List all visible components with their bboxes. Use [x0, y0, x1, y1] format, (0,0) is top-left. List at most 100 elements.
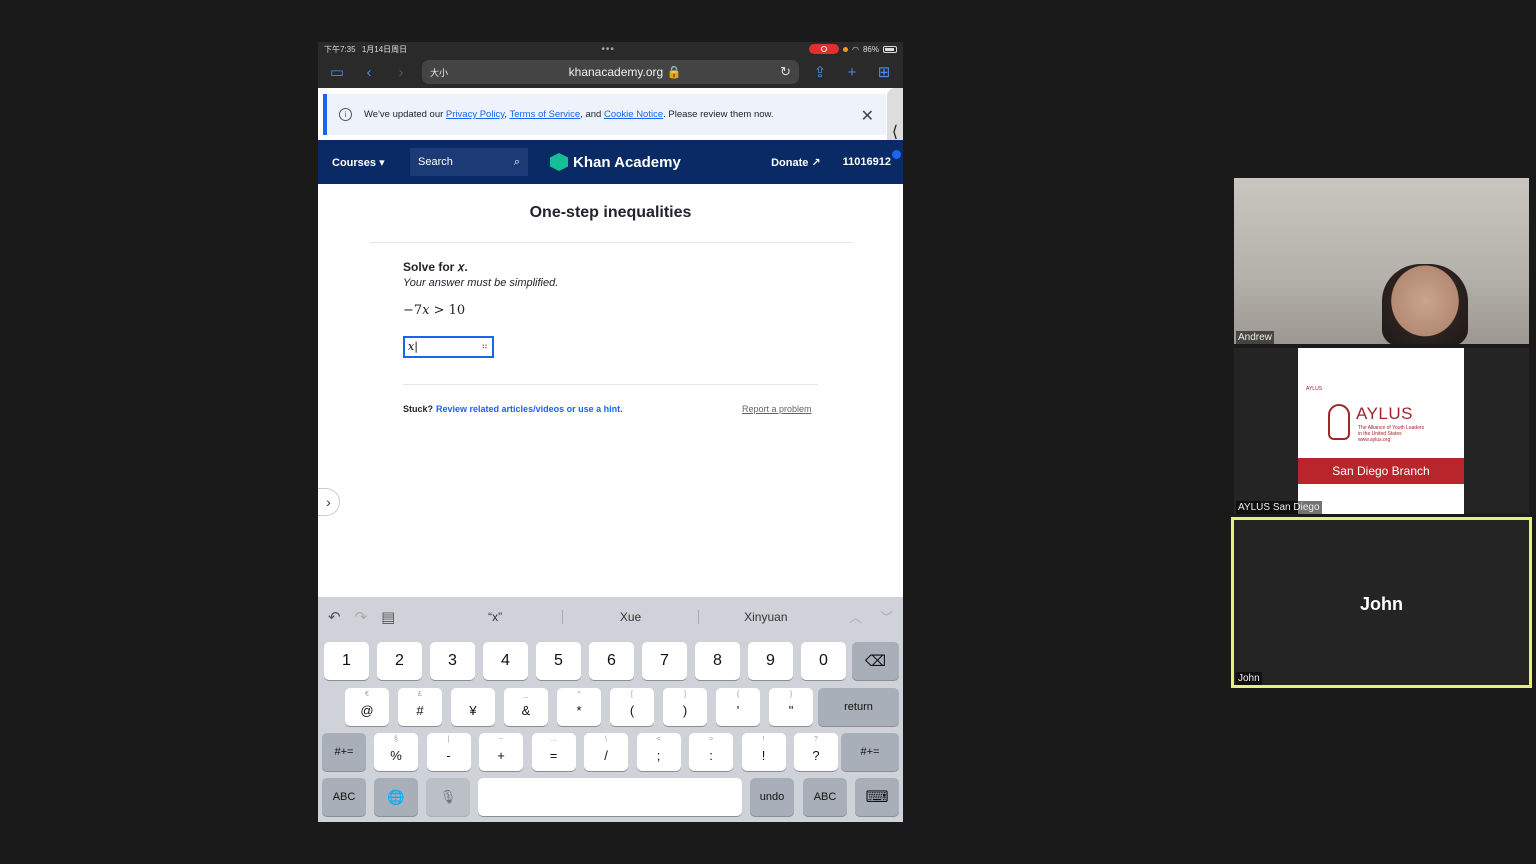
chevron-right-icon[interactable]: ›	[318, 488, 340, 516]
terms-link[interactable]: Terms of Service	[509, 109, 580, 120]
symbol-key[interactable]: [(	[610, 688, 654, 726]
key-9[interactable]: 0	[801, 642, 846, 680]
reload-icon[interactable]: ↻	[780, 64, 791, 80]
key-6[interactable]: 7	[642, 642, 687, 680]
search-input[interactable]: Search ⌕	[410, 148, 528, 176]
privacy-policy-link[interactable]: Privacy Policy	[446, 109, 504, 120]
courses-menu[interactable]: Courses ▾	[332, 156, 402, 169]
video-tile-aylus[interactable]: AYLUS AYLUS The Alliance of Youth Leader…	[1234, 348, 1529, 514]
symbol-key[interactable]: ??	[794, 733, 838, 771]
shift-symbols-key[interactable]: #+=	[322, 733, 366, 771]
undo-key[interactable]: undo	[750, 778, 794, 816]
tabs-overview-icon[interactable]: ⊞	[873, 63, 895, 81]
close-icon[interactable]: ✕	[861, 106, 874, 126]
notice-sep: , and	[580, 109, 604, 120]
symbol-key[interactable]: >:	[689, 733, 733, 771]
suggestion-item[interactable]: Xinyuan	[699, 610, 833, 624]
status-left: 下午7:35 1月14日周日	[324, 44, 407, 55]
participant-name: John	[1236, 672, 1262, 685]
space-key[interactable]	[478, 778, 742, 816]
symbol-key[interactable]: ¥	[451, 688, 495, 726]
report-problem-link[interactable]: Report a problem	[742, 404, 812, 414]
back-icon[interactable]: ‹	[358, 64, 380, 81]
key-label: &	[521, 702, 531, 718]
address-bar[interactable]: 大小 khanacademy.org 🔒 ↻	[422, 60, 799, 84]
hint-link[interactable]: Review related articles/videos or use a …	[436, 404, 623, 414]
cookie-notice-link[interactable]: Cookie Notice	[604, 109, 663, 120]
backspace-key[interactable]: ⌫	[852, 642, 899, 680]
key-alt-label: £	[418, 691, 422, 698]
microphone-icon[interactable]: 🎙	[426, 778, 470, 816]
status-date: 1月14日周日	[361, 44, 408, 54]
answer-input[interactable]: x| ⠶	[403, 336, 494, 358]
key-label: %	[390, 747, 402, 763]
forward-icon[interactable]: ›	[390, 64, 412, 81]
key-7[interactable]: 8	[695, 642, 740, 680]
sidebar-icon[interactable]: ▭	[326, 63, 348, 81]
abc-key[interactable]: ABC	[322, 778, 366, 816]
donate-link[interactable]: Donate ↗	[771, 156, 821, 169]
khan-logo[interactable]: Khan Academy	[550, 153, 681, 171]
video-tile-andrew[interactable]: Andrew	[1234, 178, 1529, 344]
onscreen-keyboard: ↶ ↷ ▤ “x” Xue Xinyuan ︿ ﹀ 1 2 3 4 5 6 7 8 9 0 ⌫ € @…	[318, 597, 903, 822]
symbol-key[interactable]: <;	[636, 733, 681, 771]
redo-icon[interactable]: ↷	[355, 608, 368, 626]
undo-icon[interactable]: ↶	[328, 608, 341, 626]
keyboard-row-numbers: 1 2 3 4 5 6 7 8 9 0 ⌫	[318, 642, 903, 680]
key-label: !	[761, 747, 766, 763]
new-tab-icon[interactable]: +	[841, 64, 863, 81]
key-alt-label: >	[708, 736, 714, 743]
key-0[interactable]: 1	[324, 642, 369, 680]
key-label: /	[604, 747, 608, 763]
hide-keyboard-icon[interactable]: ⌨	[855, 778, 899, 816]
symbol-key[interactable]: \ /	[584, 733, 628, 771]
chevron-up-icon[interactable]: ︿	[849, 607, 862, 626]
key-label: ¥	[469, 702, 477, 718]
math-keypad-icon[interactable]: ⠶	[481, 338, 488, 356]
key-4[interactable]: 5	[536, 642, 581, 680]
symbol-key[interactable]: ^ *	[557, 688, 601, 726]
symbol-key[interactable]: !!	[741, 733, 786, 771]
symbol-key[interactable]: } "	[769, 688, 813, 726]
symbol-key[interactable]: §%	[374, 733, 418, 771]
keyboard-row-symbols-1: € @ £ # ¥ _ & ^ *[(]){'} " return	[318, 688, 903, 726]
symbol-key[interactable]: … =	[531, 733, 576, 771]
symbol-key[interactable]: | -	[426, 733, 471, 771]
video-tile-john[interactable]: John John	[1231, 517, 1532, 688]
screen: 下午7:35 1月14日周日 ••• ◠ 86% ▭ ‹ › 大小 khanac…	[0, 0, 1536, 864]
multitask-dots[interactable]: •••	[601, 44, 615, 55]
key-2[interactable]: 3	[430, 642, 475, 680]
return-key[interactable]: return	[818, 688, 899, 726]
participant-initial-name: John	[1360, 594, 1403, 614]
chevron-down-icon[interactable]: ﹀	[880, 607, 893, 626]
symbol-key[interactable]: _ &	[504, 688, 548, 726]
shift-symbols-key[interactable]: #+=	[841, 733, 899, 771]
key-3[interactable]: 4	[483, 642, 528, 680]
problem: Solve for 𝑥. Your answer must be simplif…	[403, 260, 558, 318]
key-5[interactable]: 6	[589, 642, 634, 680]
mic-indicator-icon	[843, 46, 848, 52]
abc-key[interactable]: ABC	[803, 778, 847, 816]
suggestion-item[interactable]: Xue	[563, 609, 699, 624]
symbol-key[interactable]: € @	[345, 688, 389, 726]
khan-leaf-icon	[550, 153, 568, 171]
keyboard-row-bottom: ABC 🌐 🎙 undo ABC ⌨	[318, 778, 903, 816]
key-8[interactable]: 9	[748, 642, 793, 680]
khan-nav-bar: Courses ▾ Search ⌕ Khan Academy Donate ↗…	[318, 140, 903, 184]
user-menu[interactable]: 11016912	[843, 150, 901, 168]
symbol-key[interactable]: ])	[663, 688, 707, 726]
symbol-key[interactable]: {'	[716, 688, 760, 726]
symbol-key[interactable]: ~ +	[479, 733, 523, 771]
suggestion-item[interactable]: “x”	[428, 609, 564, 624]
key-label: (	[629, 702, 635, 718]
paste-icon[interactable]: ▤	[381, 608, 395, 626]
key-1[interactable]: 2	[377, 642, 422, 680]
key-label: '	[736, 702, 740, 718]
text-size-button[interactable]: 大小	[430, 66, 470, 79]
share-icon[interactable]: ⇪	[809, 63, 831, 81]
symbol-key[interactable]: £ #	[398, 688, 442, 726]
exercise-title: One-step inequalities	[529, 204, 692, 221]
globe-icon[interactable]: 🌐	[374, 778, 418, 816]
web-page: i We've updated our Privacy Policy, Term…	[318, 88, 903, 638]
key-alt-label: ^	[577, 691, 581, 698]
